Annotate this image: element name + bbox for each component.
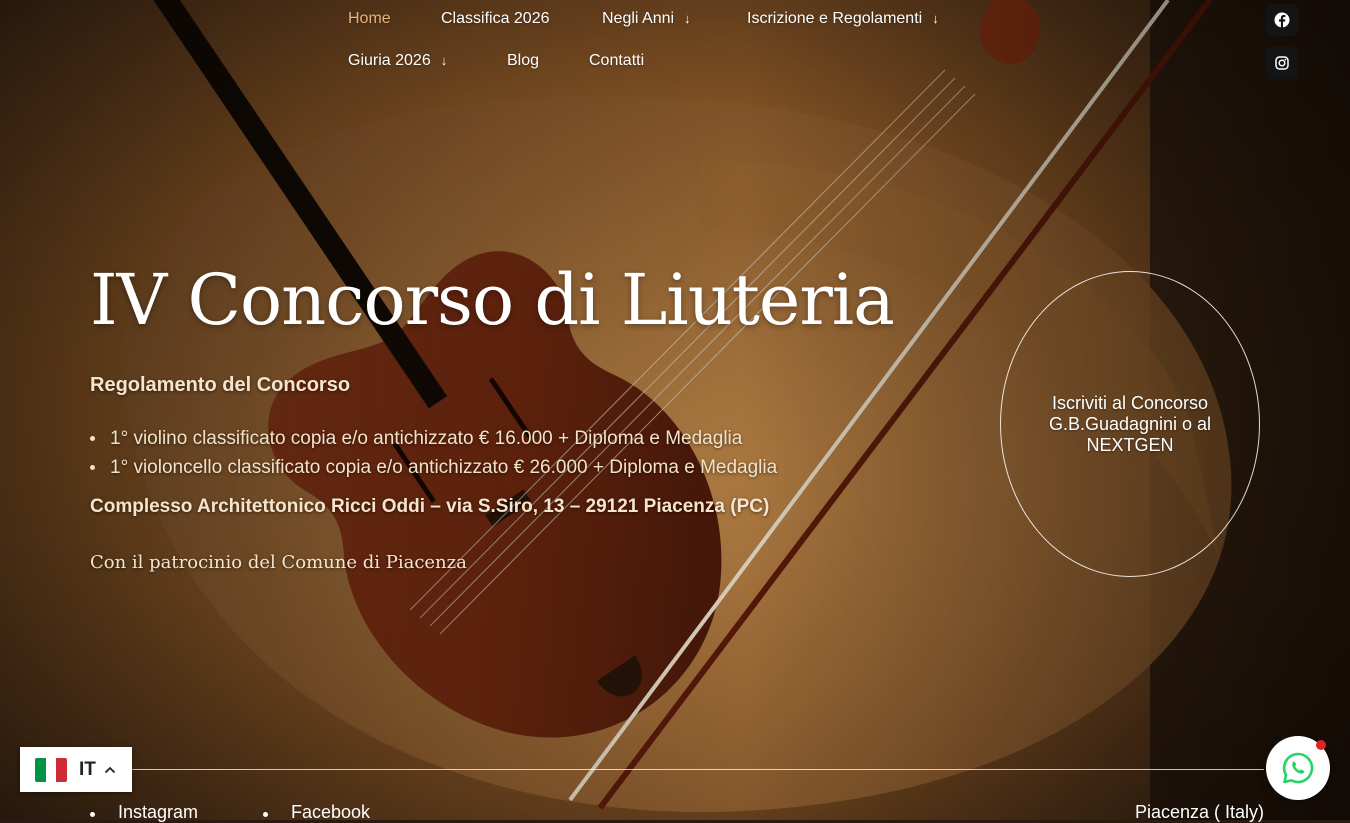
nav-giuria-2026[interactable]: Giuria 2026 ↓ bbox=[348, 52, 447, 70]
whatsapp-icon bbox=[1282, 752, 1314, 784]
language-switcher[interactable]: IT bbox=[20, 747, 132, 792]
nav-blog[interactable]: Blog bbox=[507, 52, 539, 70]
nav-home[interactable]: Home bbox=[348, 10, 391, 28]
nav-classifica-2026[interactable]: Classifica 2026 bbox=[441, 10, 550, 28]
regulation-heading[interactable]: Regolamento del Concorso bbox=[90, 374, 350, 397]
whatsapp-button[interactable] bbox=[1266, 736, 1330, 800]
footer-divider bbox=[104, 769, 1264, 770]
arrow-down-icon: ↓ bbox=[440, 53, 448, 68]
nav-contatti[interactable]: Contatti bbox=[589, 52, 644, 70]
instagram-icon bbox=[1275, 56, 1289, 70]
list-item: 1° violoncello classificato copia e/o an… bbox=[90, 453, 777, 482]
register-cta-button[interactable]: Iscriviti al Concorso G.B.Guadagnini o a… bbox=[1000, 271, 1260, 577]
arrow-down-icon: ↓ bbox=[932, 11, 939, 26]
nav-iscrizione-regolamenti[interactable]: Iscrizione e Regolamenti ↓ bbox=[747, 10, 939, 28]
register-cta-label: Iscriviti al Concorso G.B.Guadagnini o a… bbox=[1048, 392, 1212, 455]
facebook-button[interactable] bbox=[1266, 4, 1298, 36]
italy-flag-icon bbox=[35, 757, 67, 782]
nav-negli-anni[interactable]: Negli Anni ↓ bbox=[602, 10, 691, 28]
chevron-up-icon bbox=[104, 766, 116, 773]
arrow-down-icon: ↓ bbox=[684, 11, 691, 26]
language-code: IT bbox=[79, 758, 96, 780]
prize-list: 1° violino classificato copia e/o antich… bbox=[90, 424, 777, 482]
list-item: 1° violino classificato copia e/o antich… bbox=[90, 424, 777, 453]
notification-badge bbox=[1316, 740, 1326, 750]
facebook-icon bbox=[1274, 12, 1290, 28]
hero-title: IV Concorso di Liuteria bbox=[90, 259, 895, 341]
instagram-button[interactable] bbox=[1266, 47, 1298, 79]
venue-address: Complesso Architettonico Ricci Oddi – vi… bbox=[90, 496, 770, 517]
patronage-text: Con il patrocinio del Comune di Piacenza bbox=[90, 552, 467, 573]
